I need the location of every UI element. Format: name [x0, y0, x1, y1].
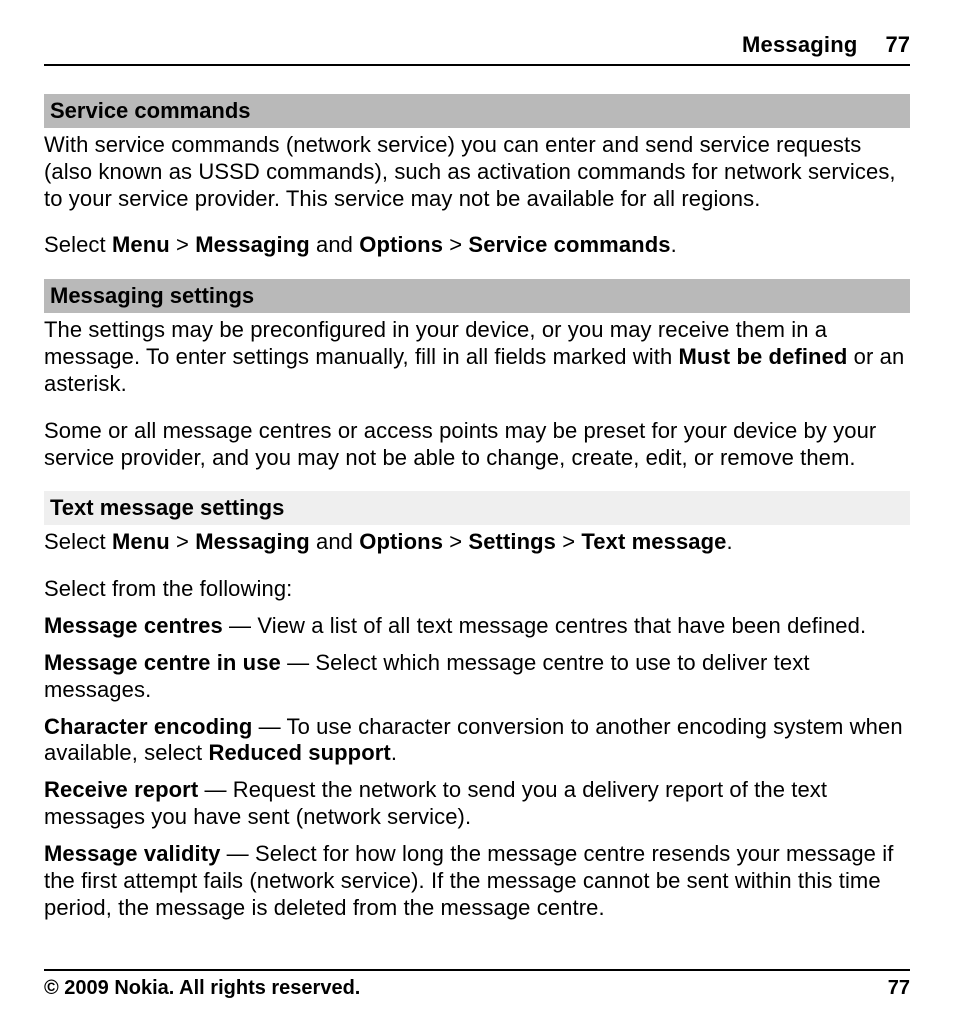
nav-and: and [310, 232, 359, 257]
nav-options: Options [359, 232, 443, 257]
nav-options: Options [359, 529, 443, 554]
select-from-following: Select from the following: [44, 576, 910, 603]
item-text: — View a list of all text message centre… [223, 613, 866, 638]
item-label: Receive report [44, 777, 198, 802]
footer-copyright: © 2009 Nokia. All rights reserved. [44, 977, 360, 1000]
item-message-validity: Message validity — Select for how long t… [44, 841, 910, 921]
nav-sep: > [170, 232, 195, 257]
nav-service-commands: Service commands [468, 232, 670, 257]
nav-sep: > [443, 232, 468, 257]
nav-messaging: Messaging [195, 232, 310, 257]
nav-text: Select [44, 529, 112, 554]
page-footer: © 2009 Nokia. All rights reserved. 77 [44, 969, 910, 1000]
item-message-centres: Message centres — View a list of all tex… [44, 613, 910, 640]
service-commands-description: With service commands (network service) … [44, 132, 910, 212]
nav-messaging: Messaging [195, 529, 310, 554]
nav-dot: . [726, 529, 732, 554]
nav-settings: Settings [468, 529, 556, 554]
section-heading-service-commands: Service commands [44, 94, 910, 128]
footer-page-number: 77 [888, 977, 910, 1000]
nav-and: and [310, 529, 359, 554]
item-label: Character encoding [44, 714, 252, 739]
item-character-encoding: Character encoding — To use character co… [44, 714, 910, 768]
nav-sep: > [556, 529, 581, 554]
messaging-settings-p2: Some or all message centres or access po… [44, 418, 910, 472]
section-heading-messaging-settings: Messaging settings [44, 279, 910, 313]
nav-menu: Menu [112, 529, 170, 554]
text-message-nav: Select Menu > Messaging and Options > Se… [44, 529, 910, 556]
section-heading-text-message-settings: Text message settings [44, 491, 910, 525]
nav-text: Select [44, 232, 112, 257]
messaging-settings-p1: The settings may be preconfigured in you… [44, 317, 910, 397]
must-be-defined: Must be defined [679, 344, 848, 369]
item-label: Message centre in use [44, 650, 281, 675]
nav-text-message: Text message [581, 529, 726, 554]
page-header: Messaging 77 [44, 32, 910, 66]
service-commands-nav: Select Menu > Messaging and Options > Se… [44, 232, 910, 259]
item-message-centre-in-use: Message centre in use — Select which mes… [44, 650, 910, 704]
item-receive-report: Receive report — Request the network to … [44, 777, 910, 831]
page: Messaging 77 Service commands With servi… [0, 0, 954, 1036]
reduced-support: Reduced support [208, 740, 390, 765]
item-text: . [391, 740, 397, 765]
nav-sep: > [443, 529, 468, 554]
nav-dot: . [671, 232, 677, 257]
header-page-number: 77 [886, 32, 910, 58]
header-section: Messaging [742, 32, 858, 58]
nav-menu: Menu [112, 232, 170, 257]
item-label: Message centres [44, 613, 223, 638]
nav-sep: > [170, 529, 195, 554]
item-label: Message validity [44, 841, 220, 866]
